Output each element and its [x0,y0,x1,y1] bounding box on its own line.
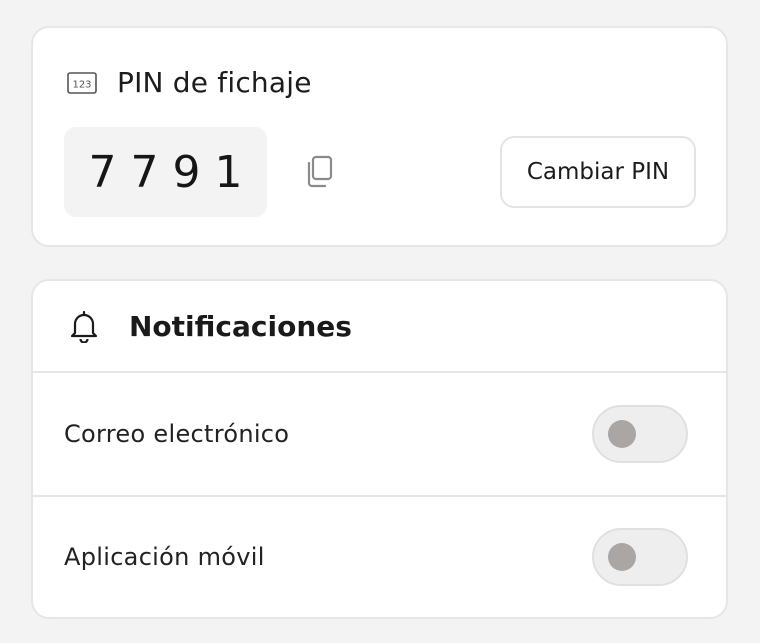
numbers-123-icon: 123 [67,71,97,94]
notifications-title: Notificaciones [129,309,352,343]
svg-text:123: 123 [72,79,91,90]
copy-icon[interactable] [305,155,335,189]
email-notification-toggle[interactable] [592,405,688,463]
change-pin-button[interactable]: Cambiar PIN [500,136,696,208]
mobile-app-notification-toggle[interactable] [592,528,688,586]
pin-title: PIN de fichaje [117,66,312,99]
notifications-card: Notificaciones Correo electrónico Aplica… [31,279,728,619]
bell-icon [69,309,99,344]
email-notification-label: Correo electrónico [64,420,290,448]
toggle-knob [608,543,636,571]
notification-row-email: Correo electrónico [33,373,726,495]
pin-card: 123 PIN de fichaje 7791 Cambiar PIN [31,26,728,247]
pin-header: 123 PIN de fichaje [67,66,312,99]
mobile-app-notification-label: Aplicación móvil [64,543,265,571]
toggle-knob [608,420,636,448]
pin-value: 7791 [64,127,267,217]
notifications-header: Notificaciones [33,281,726,373]
notification-row-mobile-app: Aplicación móvil [33,495,726,617]
